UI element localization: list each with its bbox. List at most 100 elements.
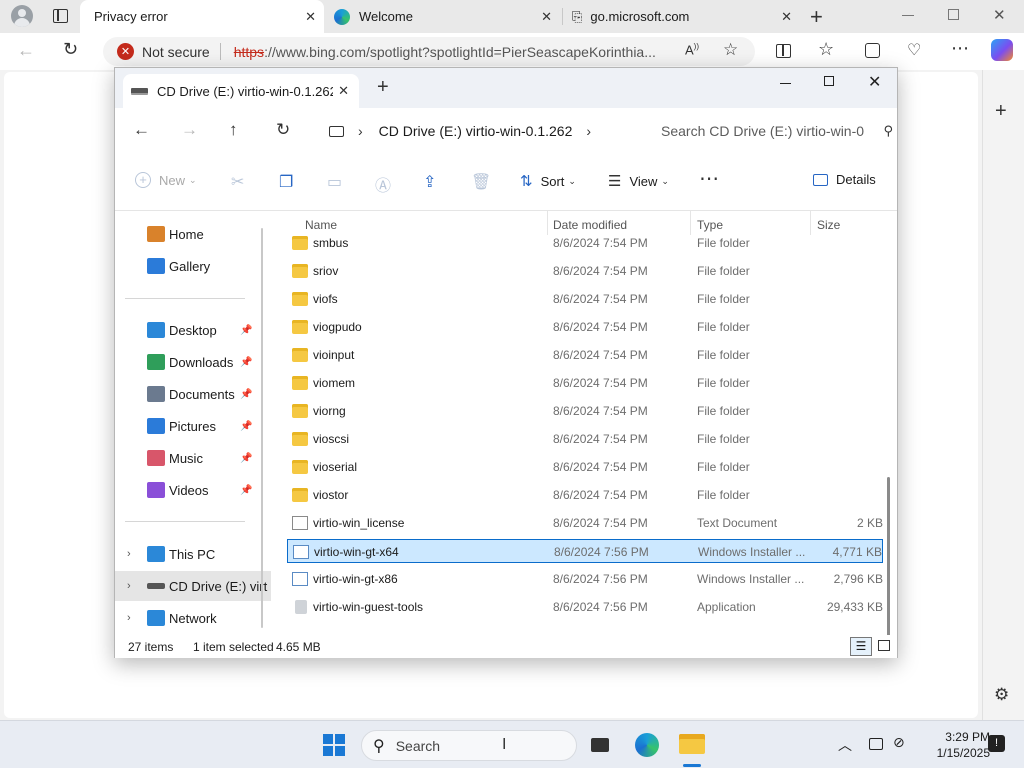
- cut-icon[interactable]: ✂: [231, 172, 244, 192]
- taskbar-search[interactable]: ⚲ Search I: [361, 730, 577, 761]
- active-app-indicator: [683, 764, 701, 767]
- tab-privacy-error[interactable]: Privacy error ✕: [80, 0, 324, 33]
- sidebar-item-gallery[interactable]: Gallery: [115, 251, 271, 281]
- favorites-icon[interactable]: ☆: [818, 39, 834, 60]
- new-button[interactable]: + New ⌄: [135, 172, 197, 188]
- share-icon[interactable]: ⇪: [423, 172, 436, 192]
- tab-go-microsoft[interactable]: ⎘ go.microsoft.com ✕: [564, 0, 800, 33]
- close-window-button[interactable]: ✕: [868, 72, 881, 92]
- copy-icon[interactable]: ❐: [279, 172, 293, 192]
- refresh-button[interactable]: ↻: [63, 39, 78, 60]
- chevron-right-icon[interactable]: ›: [127, 548, 131, 560]
- notification-icon[interactable]: !: [988, 735, 1005, 752]
- vertical-scrollbar[interactable]: [887, 477, 890, 635]
- table-row[interactable]: virtio-win_license 8/6/2024 7:54 PM Text D…: [287, 511, 883, 535]
- chevron-right-icon[interactable]: ›: [127, 580, 131, 592]
- performance-icon[interactable]: ♡: [907, 40, 921, 60]
- profile-avatar[interactable]: [11, 5, 33, 27]
- table-row[interactable]: viomem 8/6/2024 7:54 PM File folder: [287, 371, 883, 395]
- sidebar-item-label: Home: [169, 226, 204, 242]
- split-screen-icon[interactable]: [776, 44, 791, 58]
- up-arrow-icon[interactable]: ↑: [229, 120, 238, 140]
- new-tab-button[interactable]: +: [377, 76, 389, 99]
- sidebar-item-network[interactable]: › Network: [115, 603, 271, 633]
- favorite-star-icon[interactable]: ☆: [723, 40, 738, 60]
- collections-icon[interactable]: [865, 43, 880, 58]
- sidebar-item-desktop[interactable]: Desktop 📌: [115, 315, 271, 345]
- volume-muted-icon[interactable]: ⊘: [893, 734, 905, 751]
- minimize-button[interactable]: [780, 83, 791, 84]
- column-date-modified[interactable]: Date modified: [553, 218, 627, 232]
- maximize-button[interactable]: [824, 76, 834, 86]
- table-row[interactable]: smbus 8/6/2024 7:54 PM File folder: [287, 231, 883, 255]
- copilot-icon[interactable]: [991, 39, 1013, 61]
- chevron-right-icon[interactable]: ›: [586, 123, 591, 139]
- forward-arrow-icon[interactable]: →: [181, 120, 198, 140]
- rename-icon[interactable]: Ⓐ: [375, 172, 391, 196]
- read-aloud-icon[interactable]: A)): [685, 42, 699, 57]
- paste-icon[interactable]: ▭: [327, 172, 342, 192]
- minimize-button[interactable]: [902, 15, 914, 16]
- column-size[interactable]: Size: [817, 218, 840, 232]
- task-view-icon[interactable]: [591, 738, 609, 752]
- cd-drive-icon: [147, 583, 165, 589]
- details-button[interactable]: Details: [813, 172, 876, 187]
- sidebar-item-documents[interactable]: Documents 📌: [115, 379, 271, 409]
- close-icon[interactable]: ✕: [781, 9, 792, 25]
- vertical-tabs-icon[interactable]: [53, 9, 68, 23]
- table-row[interactable]: vioserial 8/6/2024 7:54 PM File folder: [287, 455, 883, 479]
- tab-welcome[interactable]: Welcome ✕: [326, 0, 560, 33]
- column-name[interactable]: Name: [305, 218, 337, 232]
- table-row[interactable]: viogpudo 8/6/2024 7:54 PM File folder: [287, 315, 883, 339]
- back-button[interactable]: ←: [17, 40, 35, 61]
- status-bar: 27 items 1 item selected 4.65 MB ☰: [115, 635, 897, 658]
- system-clock[interactable]: 3:29 PM 1/15/2025: [918, 729, 990, 761]
- refresh-icon[interactable]: ↻: [276, 120, 290, 140]
- sidebar-item-downloads[interactable]: Downloads 📌: [115, 347, 271, 377]
- file-type: File folder: [697, 236, 750, 250]
- tiles-view-toggle-icon[interactable]: [878, 640, 890, 651]
- sidebar-item-cd-drive-e-virt[interactable]: › CD Drive (E:) virt: [115, 571, 271, 601]
- url-field[interactable]: ✕ Not secure https ://www.bing.com/spotl…: [103, 37, 755, 66]
- search-field[interactable]: Search CD Drive (E:) virtio-win-0.1 ⚲: [643, 115, 893, 147]
- table-row[interactable]: vioinput 8/6/2024 7:54 PM File folder: [287, 343, 883, 367]
- table-row[interactable]: viostor 8/6/2024 7:54 PM File folder: [287, 483, 883, 507]
- sidebar-item-music[interactable]: Music 📌: [115, 443, 271, 473]
- close-icon[interactable]: ✕: [541, 9, 552, 25]
- table-row[interactable]: sriov 8/6/2024 7:54 PM File folder: [287, 259, 883, 283]
- sidebar-item-this-pc[interactable]: › This PC: [115, 539, 271, 569]
- file-explorer-taskbar-icon[interactable]: [679, 734, 705, 754]
- breadcrumb[interactable]: › CD Drive (E:) virtio-win-0.1.262 ›: [325, 115, 635, 147]
- table-row[interactable]: viofs 8/6/2024 7:54 PM File folder: [287, 287, 883, 311]
- table-row[interactable]: virtio-win-gt-x86 8/6/2024 7:56 PM Windows…: [287, 567, 883, 591]
- settings-gear-icon[interactable]: ⚙: [994, 685, 1009, 705]
- close-icon[interactable]: ✕: [338, 83, 349, 99]
- network-status-icon[interactable]: [869, 738, 883, 750]
- sidebar-item-home[interactable]: Home: [115, 219, 271, 249]
- add-sidebar-app-icon[interactable]: +: [995, 100, 1007, 123]
- restore-button[interactable]: [948, 9, 959, 20]
- sort-button[interactable]: ⇅ Sort ⌄: [520, 172, 576, 190]
- sidebar-scrollbar[interactable]: [261, 228, 263, 628]
- table-row[interactable]: virtio-win-gt-x64 8/6/2024 7:56 PM Windows…: [287, 539, 883, 563]
- close-window-button[interactable]: ✕: [993, 6, 1006, 24]
- chevron-up-icon[interactable]: ︿: [838, 735, 852, 755]
- close-icon[interactable]: ✕: [305, 9, 316, 25]
- edge-taskbar-icon[interactable]: [635, 733, 659, 757]
- explorer-tab[interactable]: CD Drive (E:) virtio-win-0.1.262 ✕: [123, 74, 359, 108]
- chevron-right-icon[interactable]: ›: [127, 612, 131, 624]
- start-windows-icon[interactable]: [323, 734, 345, 756]
- sidebar-item-videos[interactable]: Videos 📌: [115, 475, 271, 505]
- details-view-toggle-icon[interactable]: ☰: [850, 637, 872, 656]
- table-row[interactable]: viorng 8/6/2024 7:54 PM File folder: [287, 399, 883, 423]
- more-options-icon[interactable]: ⋯: [699, 166, 719, 191]
- new-tab-button[interactable]: +: [810, 4, 823, 30]
- delete-icon[interactable]: 🗑: [471, 172, 491, 192]
- more-menu-icon[interactable]: ⋯: [951, 38, 970, 59]
- view-button[interactable]: ☰ View ⌄: [608, 172, 669, 190]
- table-row[interactable]: vioscsi 8/6/2024 7:54 PM File folder: [287, 427, 883, 451]
- back-arrow-icon[interactable]: ←: [133, 120, 150, 140]
- column-type[interactable]: Type: [697, 218, 723, 232]
- sidebar-item-pictures[interactable]: Pictures 📌: [115, 411, 271, 441]
- table-row[interactable]: virtio-win-guest-tools 8/6/2024 7:56 PM Ap…: [287, 595, 883, 619]
